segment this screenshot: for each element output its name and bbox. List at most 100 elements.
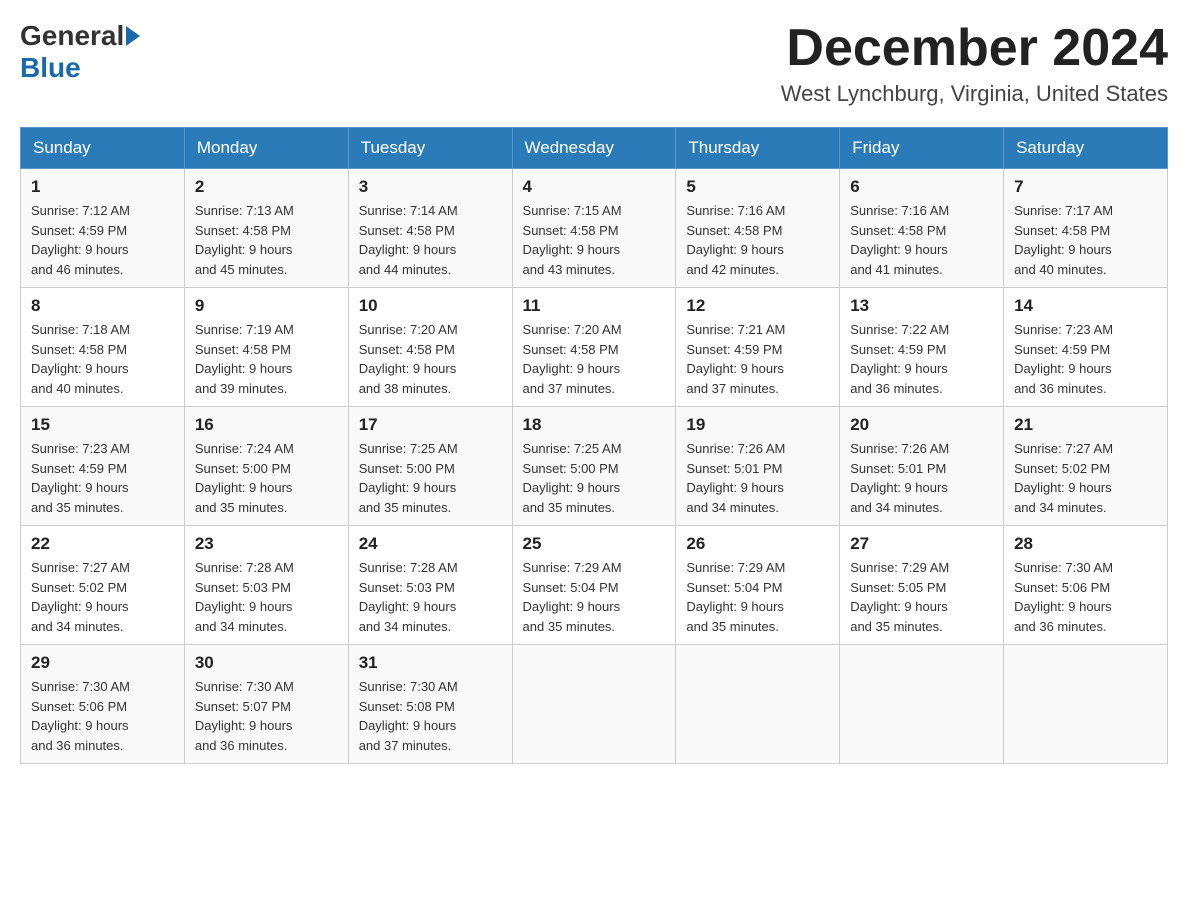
calendar-cell: 14 Sunrise: 7:23 AM Sunset: 4:59 PM Dayl… bbox=[1004, 288, 1168, 407]
calendar-cell: 28 Sunrise: 7:30 AM Sunset: 5:06 PM Dayl… bbox=[1004, 526, 1168, 645]
calendar-cell: 17 Sunrise: 7:25 AM Sunset: 5:00 PM Dayl… bbox=[348, 407, 512, 526]
calendar-cell: 10 Sunrise: 7:20 AM Sunset: 4:58 PM Dayl… bbox=[348, 288, 512, 407]
calendar-cell bbox=[676, 645, 840, 764]
calendar-cell: 3 Sunrise: 7:14 AM Sunset: 4:58 PM Dayli… bbox=[348, 169, 512, 288]
logo: General Blue bbox=[20, 20, 142, 84]
day-number: 30 bbox=[195, 653, 338, 673]
day-info: Sunrise: 7:23 AM Sunset: 4:59 PM Dayligh… bbox=[1014, 320, 1157, 398]
day-number: 7 bbox=[1014, 177, 1157, 197]
day-number: 19 bbox=[686, 415, 829, 435]
day-info: Sunrise: 7:16 AM Sunset: 4:58 PM Dayligh… bbox=[686, 201, 829, 279]
calendar-cell: 9 Sunrise: 7:19 AM Sunset: 4:58 PM Dayli… bbox=[184, 288, 348, 407]
day-number: 18 bbox=[523, 415, 666, 435]
weekday-header-monday: Monday bbox=[184, 128, 348, 169]
day-number: 11 bbox=[523, 296, 666, 316]
day-number: 6 bbox=[850, 177, 993, 197]
calendar-cell: 24 Sunrise: 7:28 AM Sunset: 5:03 PM Dayl… bbox=[348, 526, 512, 645]
calendar-cell bbox=[840, 645, 1004, 764]
day-number: 22 bbox=[31, 534, 174, 554]
day-number: 15 bbox=[31, 415, 174, 435]
calendar-cell: 20 Sunrise: 7:26 AM Sunset: 5:01 PM Dayl… bbox=[840, 407, 1004, 526]
day-number: 20 bbox=[850, 415, 993, 435]
day-info: Sunrise: 7:12 AM Sunset: 4:59 PM Dayligh… bbox=[31, 201, 174, 279]
day-info: Sunrise: 7:29 AM Sunset: 5:04 PM Dayligh… bbox=[686, 558, 829, 636]
calendar-cell: 1 Sunrise: 7:12 AM Sunset: 4:59 PM Dayli… bbox=[21, 169, 185, 288]
calendar-week-row: 1 Sunrise: 7:12 AM Sunset: 4:59 PM Dayli… bbox=[21, 169, 1168, 288]
day-number: 29 bbox=[31, 653, 174, 673]
day-info: Sunrise: 7:15 AM Sunset: 4:58 PM Dayligh… bbox=[523, 201, 666, 279]
day-number: 12 bbox=[686, 296, 829, 316]
day-number: 9 bbox=[195, 296, 338, 316]
day-info: Sunrise: 7:20 AM Sunset: 4:58 PM Dayligh… bbox=[523, 320, 666, 398]
day-info: Sunrise: 7:25 AM Sunset: 5:00 PM Dayligh… bbox=[523, 439, 666, 517]
calendar-week-row: 22 Sunrise: 7:27 AM Sunset: 5:02 PM Dayl… bbox=[21, 526, 1168, 645]
day-info: Sunrise: 7:21 AM Sunset: 4:59 PM Dayligh… bbox=[686, 320, 829, 398]
day-info: Sunrise: 7:27 AM Sunset: 5:02 PM Dayligh… bbox=[31, 558, 174, 636]
day-info: Sunrise: 7:16 AM Sunset: 4:58 PM Dayligh… bbox=[850, 201, 993, 279]
day-number: 14 bbox=[1014, 296, 1157, 316]
logo-general-text: General bbox=[20, 20, 124, 52]
day-info: Sunrise: 7:24 AM Sunset: 5:00 PM Dayligh… bbox=[195, 439, 338, 517]
calendar-cell: 27 Sunrise: 7:29 AM Sunset: 5:05 PM Dayl… bbox=[840, 526, 1004, 645]
day-number: 16 bbox=[195, 415, 338, 435]
calendar-cell: 7 Sunrise: 7:17 AM Sunset: 4:58 PM Dayli… bbox=[1004, 169, 1168, 288]
location-subtitle: West Lynchburg, Virginia, United States bbox=[781, 81, 1168, 107]
calendar-cell: 5 Sunrise: 7:16 AM Sunset: 4:58 PM Dayli… bbox=[676, 169, 840, 288]
month-year-title: December 2024 bbox=[781, 20, 1168, 77]
day-info: Sunrise: 7:22 AM Sunset: 4:59 PM Dayligh… bbox=[850, 320, 993, 398]
day-info: Sunrise: 7:13 AM Sunset: 4:58 PM Dayligh… bbox=[195, 201, 338, 279]
day-info: Sunrise: 7:30 AM Sunset: 5:06 PM Dayligh… bbox=[31, 677, 174, 755]
day-info: Sunrise: 7:27 AM Sunset: 5:02 PM Dayligh… bbox=[1014, 439, 1157, 517]
day-number: 23 bbox=[195, 534, 338, 554]
day-info: Sunrise: 7:29 AM Sunset: 5:04 PM Dayligh… bbox=[523, 558, 666, 636]
day-info: Sunrise: 7:26 AM Sunset: 5:01 PM Dayligh… bbox=[686, 439, 829, 517]
day-number: 1 bbox=[31, 177, 174, 197]
logo-blue-text: Blue bbox=[20, 52, 81, 83]
day-number: 25 bbox=[523, 534, 666, 554]
weekday-header-row: SundayMondayTuesdayWednesdayThursdayFrid… bbox=[21, 128, 1168, 169]
calendar-cell: 26 Sunrise: 7:29 AM Sunset: 5:04 PM Dayl… bbox=[676, 526, 840, 645]
day-number: 5 bbox=[686, 177, 829, 197]
calendar-cell: 12 Sunrise: 7:21 AM Sunset: 4:59 PM Dayl… bbox=[676, 288, 840, 407]
calendar-cell: 6 Sunrise: 7:16 AM Sunset: 4:58 PM Dayli… bbox=[840, 169, 1004, 288]
day-info: Sunrise: 7:19 AM Sunset: 4:58 PM Dayligh… bbox=[195, 320, 338, 398]
calendar-cell: 4 Sunrise: 7:15 AM Sunset: 4:58 PM Dayli… bbox=[512, 169, 676, 288]
day-info: Sunrise: 7:30 AM Sunset: 5:07 PM Dayligh… bbox=[195, 677, 338, 755]
day-info: Sunrise: 7:14 AM Sunset: 4:58 PM Dayligh… bbox=[359, 201, 502, 279]
calendar-cell: 23 Sunrise: 7:28 AM Sunset: 5:03 PM Dayl… bbox=[184, 526, 348, 645]
day-number: 28 bbox=[1014, 534, 1157, 554]
day-number: 27 bbox=[850, 534, 993, 554]
calendar-week-row: 29 Sunrise: 7:30 AM Sunset: 5:06 PM Dayl… bbox=[21, 645, 1168, 764]
weekday-header-tuesday: Tuesday bbox=[348, 128, 512, 169]
day-info: Sunrise: 7:23 AM Sunset: 4:59 PM Dayligh… bbox=[31, 439, 174, 517]
weekday-header-sunday: Sunday bbox=[21, 128, 185, 169]
calendar-week-row: 8 Sunrise: 7:18 AM Sunset: 4:58 PM Dayli… bbox=[21, 288, 1168, 407]
day-number: 24 bbox=[359, 534, 502, 554]
day-number: 3 bbox=[359, 177, 502, 197]
day-info: Sunrise: 7:28 AM Sunset: 5:03 PM Dayligh… bbox=[195, 558, 338, 636]
day-number: 21 bbox=[1014, 415, 1157, 435]
day-info: Sunrise: 7:20 AM Sunset: 4:58 PM Dayligh… bbox=[359, 320, 502, 398]
day-info: Sunrise: 7:29 AM Sunset: 5:05 PM Dayligh… bbox=[850, 558, 993, 636]
weekday-header-friday: Friday bbox=[840, 128, 1004, 169]
calendar-cell: 29 Sunrise: 7:30 AM Sunset: 5:06 PM Dayl… bbox=[21, 645, 185, 764]
day-number: 10 bbox=[359, 296, 502, 316]
day-number: 26 bbox=[686, 534, 829, 554]
calendar-cell bbox=[1004, 645, 1168, 764]
calendar-cell: 25 Sunrise: 7:29 AM Sunset: 5:04 PM Dayl… bbox=[512, 526, 676, 645]
calendar-cell: 11 Sunrise: 7:20 AM Sunset: 4:58 PM Dayl… bbox=[512, 288, 676, 407]
calendar-table: SundayMondayTuesdayWednesdayThursdayFrid… bbox=[20, 127, 1168, 764]
day-number: 13 bbox=[850, 296, 993, 316]
calendar-week-row: 15 Sunrise: 7:23 AM Sunset: 4:59 PM Dayl… bbox=[21, 407, 1168, 526]
calendar-cell: 16 Sunrise: 7:24 AM Sunset: 5:00 PM Dayl… bbox=[184, 407, 348, 526]
day-info: Sunrise: 7:17 AM Sunset: 4:58 PM Dayligh… bbox=[1014, 201, 1157, 279]
day-number: 4 bbox=[523, 177, 666, 197]
day-info: Sunrise: 7:28 AM Sunset: 5:03 PM Dayligh… bbox=[359, 558, 502, 636]
day-number: 8 bbox=[31, 296, 174, 316]
calendar-cell: 31 Sunrise: 7:30 AM Sunset: 5:08 PM Dayl… bbox=[348, 645, 512, 764]
logo-arrow-icon bbox=[126, 26, 140, 46]
title-section: December 2024 West Lynchburg, Virginia, … bbox=[781, 20, 1168, 107]
calendar-cell: 18 Sunrise: 7:25 AM Sunset: 5:00 PM Dayl… bbox=[512, 407, 676, 526]
calendar-cell: 15 Sunrise: 7:23 AM Sunset: 4:59 PM Dayl… bbox=[21, 407, 185, 526]
calendar-cell: 22 Sunrise: 7:27 AM Sunset: 5:02 PM Dayl… bbox=[21, 526, 185, 645]
